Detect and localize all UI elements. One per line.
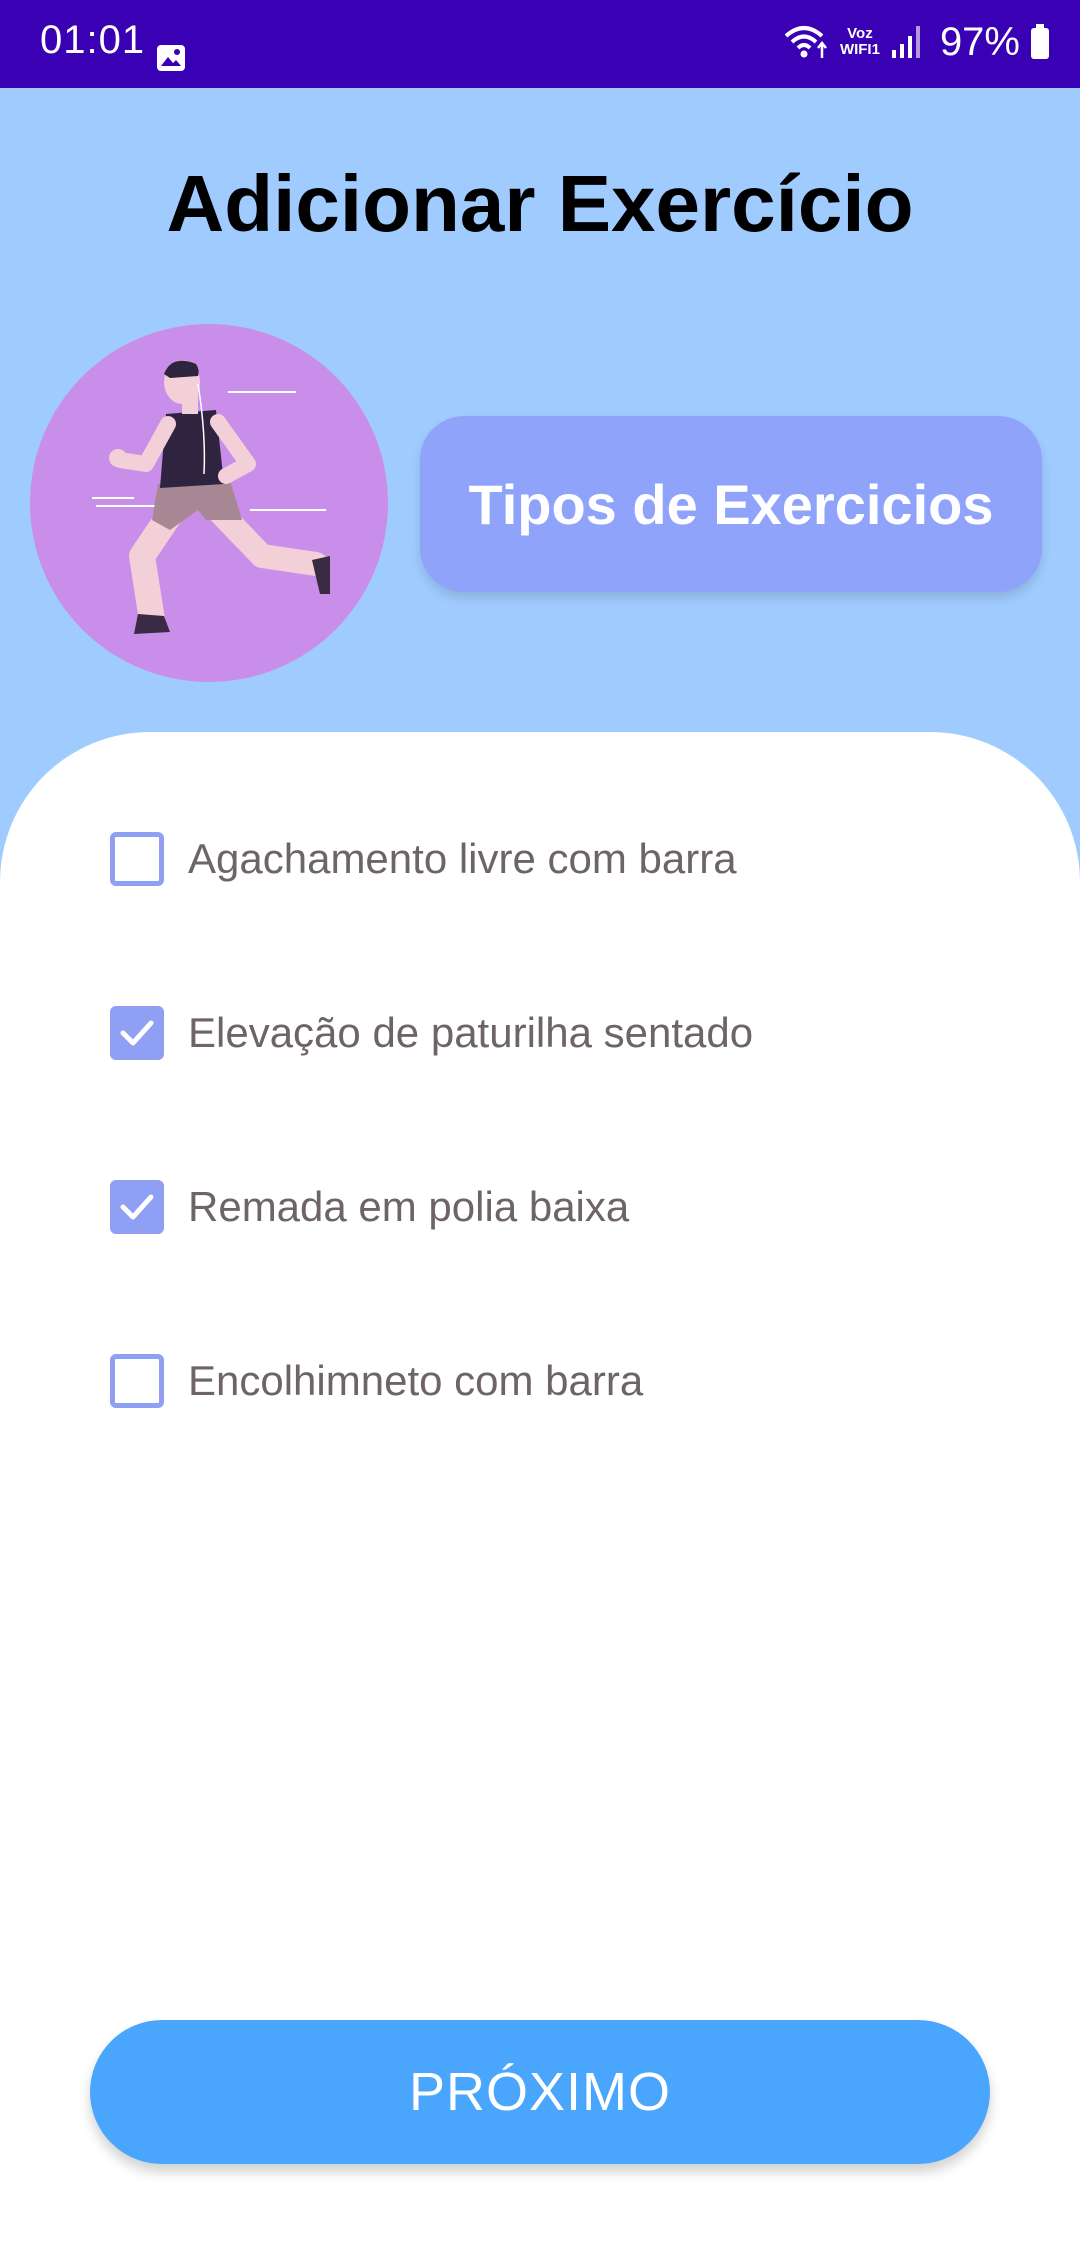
checkbox-unchecked[interactable]: [110, 1354, 164, 1408]
voz-wifi-indicator: Voz WIFI1: [840, 26, 880, 58]
exercise-label: Encolhimneto com barra: [188, 1357, 644, 1404]
checkmark-icon: [120, 1194, 154, 1220]
page-title: Adicionar Exercício: [166, 159, 914, 248]
exercise-label: Agachamento livre com barra: [188, 835, 737, 882]
wifi1-label: WIFI1: [839, 41, 880, 58]
status-time: 01:01: [40, 18, 146, 62]
signal-icon: [891, 26, 920, 58]
checkbox-checked[interactable]: [110, 1180, 164, 1234]
next-button[interactable]: PRÓXIMO: [90, 2020, 990, 2164]
exercise-item-agachamento[interactable]: Agachamento livre com barra: [110, 832, 737, 886]
exercise-types-button[interactable]: Tipos de Exercicios: [420, 416, 1042, 592]
exercise-label: Remada em polia baixa: [188, 1183, 630, 1230]
exercise-item-encolhimento[interactable]: Encolhimneto com barra: [110, 1354, 643, 1408]
status-bar: 01:01 Voz WIFI1 97%: [0, 0, 1080, 88]
battery-percent: 97%: [939, 19, 1020, 64]
runner-illustration: [30, 324, 388, 682]
status-icons: Voz WIFI1 97%: [782, 14, 1050, 70]
runner-icon: [92, 360, 330, 634]
checkmark-icon: [120, 1020, 154, 1046]
wifi-icon: [784, 26, 827, 58]
exercise-item-elevacao[interactable]: Elevação de paturilha sentado: [110, 1006, 753, 1060]
exercise-item-remada[interactable]: Remada em polia baixa: [110, 1180, 629, 1234]
checkbox-unchecked[interactable]: [110, 832, 164, 886]
exercise-label: Elevação de paturilha sentado: [188, 1009, 754, 1056]
battery-icon: [1031, 24, 1049, 59]
checkbox-checked[interactable]: [110, 1006, 164, 1060]
gallery-notification-icon: [157, 45, 185, 71]
voz-label: Voz: [847, 25, 873, 42]
